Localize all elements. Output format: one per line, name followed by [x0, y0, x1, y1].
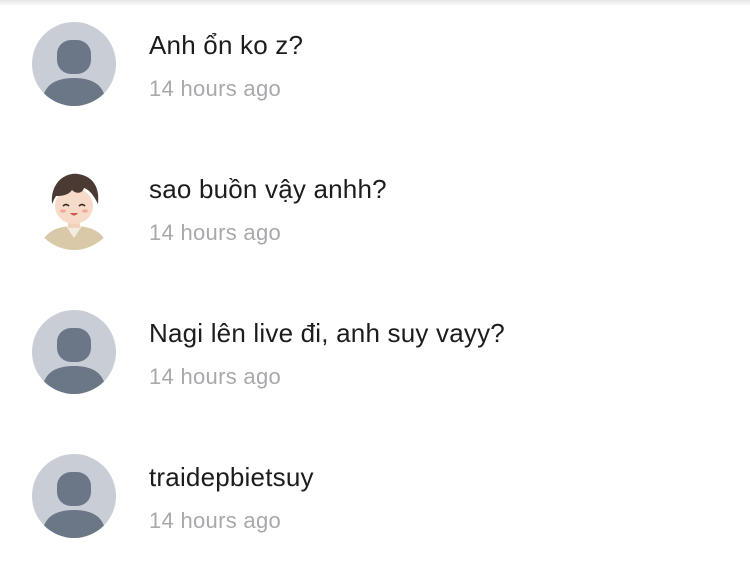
- comment-item[interactable]: Anh ổn ko z? 14 hours ago: [0, 0, 750, 110]
- comment-text: traidepbietsuy: [149, 462, 314, 492]
- comment-text: sao buồn vậy anhh?: [149, 174, 387, 204]
- default-avatar-icon[interactable]: [32, 310, 116, 394]
- comment-list: Anh ổn ko z? 14 hours ago sao buồn vậy a…: [0, 0, 750, 570]
- comment-text: Nagi lên live đi, anh suy vayy?: [149, 318, 505, 348]
- comment-item[interactable]: traidepbietsuy 14 hours ago: [0, 432, 750, 542]
- comment-timestamp: 14 hours ago: [149, 220, 282, 245]
- anime-boy-avatar[interactable]: [32, 166, 116, 250]
- comment-timestamp: 14 hours ago: [149, 364, 282, 389]
- comment-item[interactable]: sao buồn vậy anhh? 14 hours ago: [0, 144, 750, 254]
- default-avatar-icon[interactable]: [32, 454, 116, 538]
- default-avatar-icon[interactable]: [32, 22, 116, 106]
- comment-panel: Anh ổn ko z? 14 hours ago sao buồn vậy a…: [0, 0, 750, 570]
- comment-timestamp: 14 hours ago: [149, 508, 282, 533]
- comment-timestamp: 14 hours ago: [149, 76, 282, 101]
- comment-item[interactable]: Nagi lên live đi, anh suy vayy? 14 hours…: [0, 288, 750, 398]
- comment-text: Anh ổn ko z?: [149, 30, 304, 60]
